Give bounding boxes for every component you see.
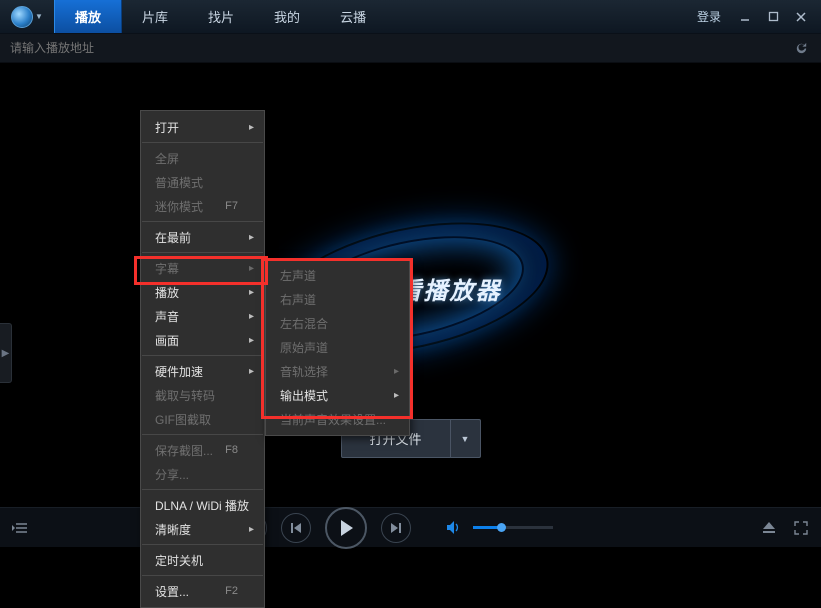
topnav-tab[interactable]: 找片 — [188, 0, 254, 33]
playlist-toggle-icon[interactable] — [10, 518, 30, 538]
topnav-tab[interactable]: 片库 — [122, 0, 188, 33]
menu-item-label: DLNA / WiDi 播放 — [155, 497, 249, 514]
minimize-button[interactable] — [731, 2, 759, 32]
menu-item[interactable]: 播放 — [141, 280, 264, 304]
menu-item-shortcut: F7 — [225, 200, 238, 212]
menu-item-label: 音轨选择 — [280, 363, 328, 380]
menu-item-label: 硬件加速 — [155, 363, 203, 380]
open-file-dropdown[interactable]: ▼ — [451, 419, 481, 458]
menu-item-label: 定时关机 — [155, 552, 203, 569]
menu-item-label: 普通模式 — [155, 174, 203, 191]
caret-down-icon: ▼ — [461, 434, 470, 444]
menu-item[interactable]: 输出模式 — [266, 383, 409, 407]
menu-item: 保存截图... F8 — [141, 438, 264, 462]
topnav-tab[interactable]: 我的 — [254, 0, 320, 33]
menu-item[interactable]: 在最前 — [141, 225, 264, 249]
menu-item: 字幕 — [141, 256, 264, 280]
menu-item: 左声道 — [266, 263, 409, 287]
menu-item-label: 截取与转码 — [155, 387, 215, 404]
previous-button[interactable] — [281, 513, 311, 543]
topnav-tab[interactable]: 云播 — [320, 0, 386, 33]
menu-item: 普通模式 — [141, 170, 264, 194]
volume-icon[interactable] — [445, 518, 465, 538]
menu-item-label: 迷你模式 — [155, 198, 203, 215]
menu-separator — [142, 221, 263, 222]
volume-control — [445, 518, 553, 538]
login-link[interactable]: 登录 — [687, 8, 731, 25]
menu-item: 全屏 — [141, 146, 264, 170]
menu-separator — [142, 575, 263, 576]
menu-item: 左右混合 — [266, 311, 409, 335]
menu-item[interactable]: 声音 — [141, 304, 264, 328]
playlist-expand-tab[interactable]: ▶ — [0, 323, 12, 383]
window-controls: 登录 — [681, 0, 821, 33]
menu-item-label: 右声道 — [280, 291, 316, 308]
menu-item-label: 保存截图... — [155, 442, 213, 459]
menu-item[interactable]: 定时关机 — [141, 548, 264, 572]
menu-item-label: 全屏 — [155, 150, 179, 167]
menu-item[interactable]: DLNA / WiDi 播放 — [141, 493, 264, 517]
player-controls-bar — [0, 507, 821, 547]
menu-item-label: 左声道 — [280, 267, 316, 284]
address-input[interactable] — [10, 41, 791, 55]
menu-item: 音轨选择 — [266, 359, 409, 383]
menu-item-label: 输出模式 — [280, 387, 328, 404]
player-stage: ▶ 迅雷看看播放器 打开文件 ▼ — [0, 63, 821, 507]
menu-item-label: 当前声音效果设置... — [280, 411, 386, 428]
menu-item[interactable]: 硬件加速 — [141, 359, 264, 383]
menu-item: 分享... — [141, 462, 264, 486]
menu-item-label: 画面 — [155, 332, 179, 349]
address-bar — [0, 34, 821, 63]
maximize-button[interactable] — [759, 2, 787, 32]
menu-separator — [142, 544, 263, 545]
menu-item-label: 在最前 — [155, 229, 191, 246]
menu-item-label: 设置... — [155, 583, 189, 600]
app-menu[interactable]: ▼ — [0, 0, 54, 33]
menu-item-label: 清晰度 — [155, 521, 191, 538]
menu-item-label: 播放 — [155, 284, 179, 301]
menu-item: GIF图截取 — [141, 407, 264, 431]
menu-separator — [142, 434, 263, 435]
menu-item[interactable]: 清晰度 — [141, 517, 264, 541]
menu-item: 截取与转码 — [141, 383, 264, 407]
menu-item: 右声道 — [266, 287, 409, 311]
menu-separator — [142, 355, 263, 356]
menu-item-label: 打开 — [155, 119, 179, 136]
menu-item: 迷你模式 F7 — [141, 194, 264, 218]
menu-separator — [142, 489, 263, 490]
app-logo-icon — [11, 6, 33, 28]
chevron-down-icon: ▼ — [35, 12, 43, 21]
next-button[interactable] — [381, 513, 411, 543]
menu-separator — [142, 142, 263, 143]
play-button[interactable] — [325, 507, 367, 549]
menu-separator — [142, 252, 263, 253]
context-submenu-sound: 左声道右声道左右混合原始声道音轨选择输出模式当前声音效果设置... — [265, 258, 410, 436]
menu-item-label: 分享... — [155, 466, 189, 483]
menu-item-label: 声音 — [155, 308, 179, 325]
menu-item[interactable]: 画面 — [141, 328, 264, 352]
menu-item-label: 字幕 — [155, 260, 179, 277]
menu-item[interactable]: 打开 — [141, 115, 264, 139]
volume-slider[interactable] — [473, 526, 553, 529]
menu-item-label: 原始声道 — [280, 339, 328, 356]
menu-item-label: 左右混合 — [280, 315, 328, 332]
fullscreen-icon[interactable] — [791, 518, 811, 538]
refresh-icon[interactable] — [791, 38, 811, 58]
menu-item[interactable]: 设置... F2 — [141, 579, 264, 603]
menu-item-label: GIF图截取 — [155, 411, 211, 428]
menu-item: 当前声音效果设置... — [266, 407, 409, 431]
top-nav: 播放片库找片我的云播 — [54, 0, 386, 33]
close-button[interactable] — [787, 2, 815, 32]
menu-item: 原始声道 — [266, 335, 409, 359]
open-eject-icon[interactable] — [759, 518, 779, 538]
title-bar: ▼ 播放片库找片我的云播 登录 — [0, 0, 821, 34]
topnav-tab[interactable]: 播放 — [54, 0, 122, 33]
menu-item-shortcut: F8 — [225, 444, 238, 456]
menu-item-shortcut: F2 — [225, 585, 238, 597]
context-menu-main: 打开全屏普通模式迷你模式 F7 在最前字幕播放声音画面硬件加速截取与转码 GIF图截取… — [140, 110, 265, 608]
